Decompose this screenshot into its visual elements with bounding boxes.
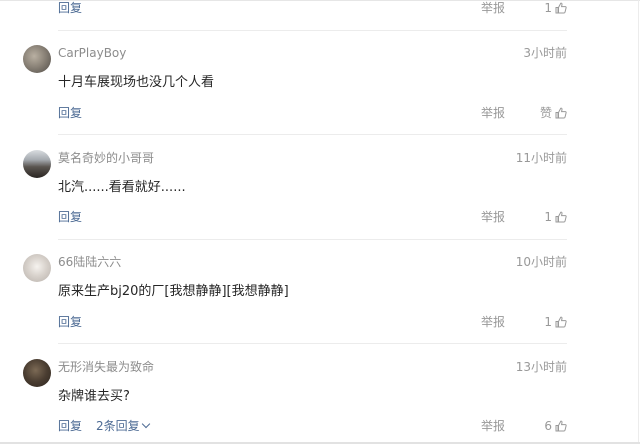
comment-actions-top: 回复 举报 1 (58, 0, 567, 18)
comment-actions: 回复 2条回复 举报 6 (58, 416, 567, 436)
comment-author[interactable]: 无形消失最为致命 (58, 358, 154, 376)
avatar[interactable] (23, 150, 51, 178)
like-button[interactable]: 1 (544, 312, 567, 332)
thumbs-up-icon (555, 211, 567, 223)
comment-actions: 回复 举报 赞 (58, 103, 567, 123)
like-button[interactable]: 1 (544, 0, 567, 18)
reply-button[interactable]: 回复 (58, 207, 82, 227)
chevron-down-icon (141, 419, 150, 429)
view-replies-button[interactable]: 2条回复 (96, 416, 150, 436)
comment-text: 原来生产bj20的厂[我想静静][我想静静] (58, 284, 289, 299)
thumbs-up-icon (555, 420, 567, 432)
right-edge (638, 0, 639, 444)
comment-text: 杂牌谁去买? (58, 389, 130, 404)
like-count: 1 (544, 315, 552, 329)
divider (58, 343, 567, 344)
report-button[interactable]: 举报 (481, 103, 505, 123)
divider (58, 239, 567, 240)
comment-author[interactable]: 66陆陆六六 (58, 253, 121, 271)
avatar[interactable] (23, 359, 51, 387)
comment-author[interactable]: 莫名奇妙的小哥哥 (58, 149, 154, 167)
comment-time: 10小时前 (515, 255, 567, 269)
reply-button[interactable]: 回复 (58, 312, 82, 332)
report-button[interactable]: 举报 (481, 0, 505, 18)
like-button[interactable]: 赞 (540, 103, 567, 123)
view-replies-label: 2条回复 (96, 419, 140, 433)
divider (58, 30, 567, 31)
reply-button[interactable]: 回复 (58, 416, 82, 436)
report-button[interactable]: 举报 (481, 312, 505, 332)
comment-actions: 回复 举报 1 (58, 312, 567, 332)
comment-time: 11小时前 (515, 151, 567, 165)
like-count: 6 (544, 419, 552, 433)
like-count: 1 (544, 210, 552, 224)
thumbs-up-icon (555, 316, 567, 328)
like-button[interactable]: 1 (544, 207, 567, 227)
divider (58, 134, 567, 135)
reply-button[interactable]: 回复 (58, 103, 82, 123)
like-button[interactable]: 6 (544, 416, 567, 436)
report-button[interactable]: 举报 (481, 416, 505, 436)
reply-button[interactable]: 回复 (58, 0, 82, 18)
thumbs-up-icon (555, 107, 567, 119)
comment-time: 13小时前 (515, 360, 567, 374)
like-count: 1 (544, 1, 552, 15)
comment-text: 十月车展现场也没几个人看 (58, 75, 215, 90)
avatar[interactable] (23, 254, 51, 282)
avatar[interactable] (23, 45, 51, 73)
report-button[interactable]: 举报 (481, 207, 505, 227)
comment-actions: 回复 举报 1 (58, 207, 567, 227)
comment-author[interactable]: CarPlayBoy (58, 44, 126, 62)
comment-text: 北汽......看看就好...... (58, 180, 186, 195)
comment-time: 3小时前 (523, 46, 567, 60)
like-count: 赞 (539, 106, 552, 120)
thumbs-up-icon (555, 2, 567, 14)
